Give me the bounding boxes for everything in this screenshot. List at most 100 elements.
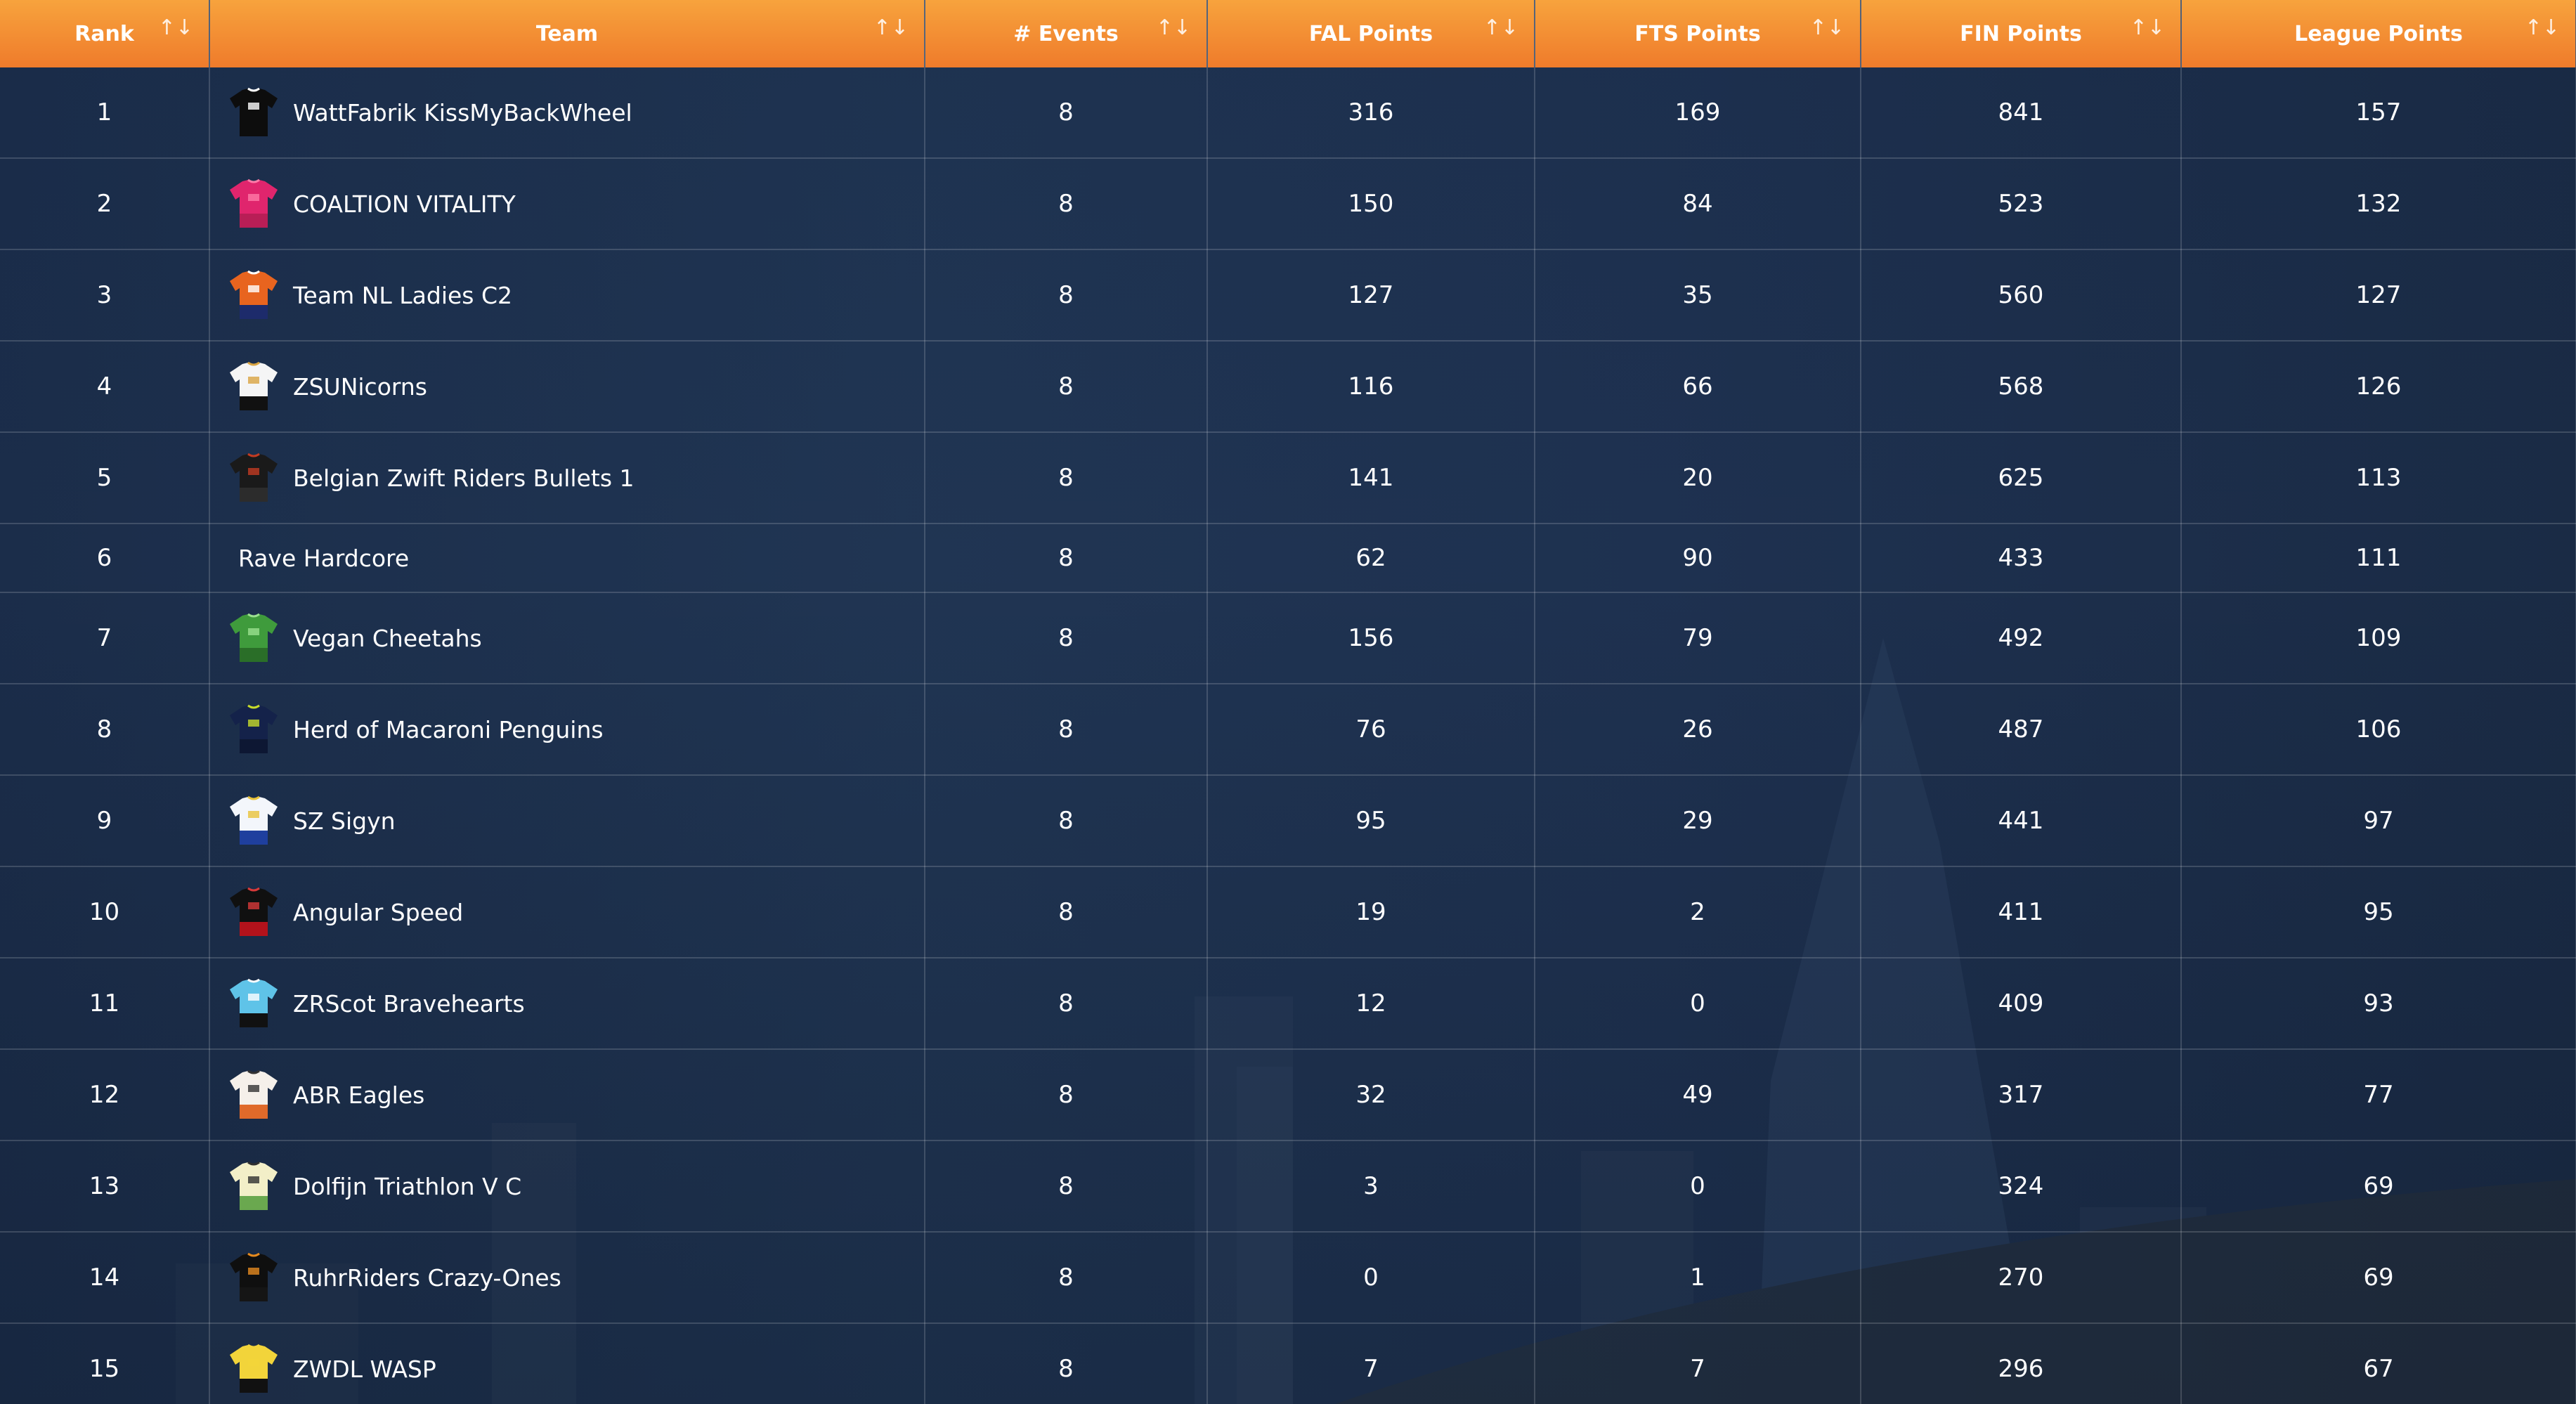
team-name[interactable]: Team NL Ladies C2 xyxy=(293,282,512,309)
table-row[interactable]: 12 ABR Eagles 8 32 49 317 77 xyxy=(0,1049,2576,1141)
fin-points-cell: 487 xyxy=(1861,684,2182,776)
team-name[interactable]: COALTION VITALITY xyxy=(293,190,516,218)
league-points-cell: 69 xyxy=(2181,1232,2576,1324)
fts-points-cell: 84 xyxy=(1535,158,1861,250)
team-cell: ZWDL WASP xyxy=(209,1323,925,1404)
table-row[interactable]: 10 Angular Speed 8 19 2 411 95 xyxy=(0,866,2576,958)
team-name[interactable]: ZRScot Bravehearts xyxy=(293,990,525,1018)
sort-arrows-icon[interactable]: ↑↓ xyxy=(158,15,193,40)
table-row[interactable]: 15 ZWDL WASP 8 7 7 296 67 xyxy=(0,1323,2576,1404)
column-header-rank[interactable]: Rank ↑↓ xyxy=(0,0,210,67)
fts-points-cell: 35 xyxy=(1535,249,1861,342)
team-name[interactable]: Herd of Macaroni Penguins xyxy=(293,716,604,743)
column-header-fts-points[interactable]: FTS Points ↑↓ xyxy=(1535,0,1861,67)
fin-points-cell: 324 xyxy=(1861,1140,2182,1233)
sort-arrows-icon[interactable]: ↑↓ xyxy=(873,15,909,40)
league-standings-table: Rank ↑↓ Team ↑↓ # Events ↑↓ FAL Points ↑↓ FT… xyxy=(0,0,2576,1404)
team-cell: Vegan Cheetahs xyxy=(209,592,925,684)
fin-points-cell: 841 xyxy=(1861,67,2182,159)
league-points-cell: 69 xyxy=(2181,1140,2576,1233)
team-jersey-icon xyxy=(230,270,278,319)
sort-arrows-icon[interactable]: ↑↓ xyxy=(1156,15,1191,40)
events-cell: 8 xyxy=(925,341,1208,433)
team-cell: ZSUNicorns xyxy=(209,341,925,433)
team-cell: ABR Eagles xyxy=(209,1049,925,1141)
table-row[interactable]: 7 Vegan Cheetahs 8 156 79 492 109 xyxy=(0,592,2576,684)
league-points-cell: 95 xyxy=(2181,866,2576,958)
table-row[interactable]: 1 WattFabrik KissMyBackWheel 8 316 169 841 157 xyxy=(0,67,2576,159)
events-cell: 8 xyxy=(925,158,1208,250)
column-header-fal-points[interactable]: FAL Points ↑↓ xyxy=(1207,0,1535,67)
fin-header-label: FIN Points xyxy=(1960,21,2082,46)
table-row[interactable]: 5 Belgian Zwift Riders Bullets 1 8 141 20 625… xyxy=(0,432,2576,524)
team-cell: Rave Hardcore xyxy=(209,524,925,593)
fts-points-cell: 90 xyxy=(1535,524,1861,593)
events-cell: 8 xyxy=(925,524,1208,593)
team-jersey-icon xyxy=(230,1252,278,1301)
league-points-cell: 106 xyxy=(2181,684,2576,776)
team-name[interactable]: Angular Speed xyxy=(293,899,463,926)
fin-points-cell: 296 xyxy=(1861,1323,2182,1404)
column-header-team[interactable]: Team ↑↓ xyxy=(209,0,925,67)
fts-points-cell: 2 xyxy=(1535,866,1861,958)
table-row[interactable]: 8 Herd of Macaroni Penguins 8 76 26 487 106 xyxy=(0,684,2576,776)
table-row[interactable]: 11 ZRScot Bravehearts 8 12 0 409 93 xyxy=(0,958,2576,1050)
column-header-fin-points[interactable]: FIN Points ↑↓ xyxy=(1861,0,2182,67)
fal-points-cell: 12 xyxy=(1207,958,1535,1050)
column-header-events[interactable]: # Events ↑↓ xyxy=(925,0,1208,67)
rank-cell: 8 xyxy=(0,684,210,776)
team-name[interactable]: Dolfijn Triathlon V C xyxy=(293,1173,521,1200)
league-points-cell: 111 xyxy=(2181,524,2576,593)
team-cell: Angular Speed xyxy=(209,866,925,958)
fin-points-cell: 317 xyxy=(1861,1049,2182,1141)
team-name[interactable]: ZWDL WASP xyxy=(293,1356,436,1383)
team-cell: COALTION VITALITY xyxy=(209,158,925,250)
team-name[interactable]: SZ Sigyn xyxy=(293,807,396,835)
team-name[interactable]: ZSUNicorns xyxy=(293,373,427,401)
team-name[interactable]: Belgian Zwift Riders Bullets 1 xyxy=(293,464,635,492)
sort-arrows-icon[interactable]: ↑↓ xyxy=(2130,15,2165,40)
table-row[interactable]: 9 SZ Sigyn 8 95 29 441 97 xyxy=(0,775,2576,867)
fts-points-cell: 169 xyxy=(1535,67,1861,159)
team-name[interactable]: WattFabrik KissMyBackWheel xyxy=(293,99,632,126)
league-points-cell: 97 xyxy=(2181,775,2576,867)
events-cell: 8 xyxy=(925,1323,1208,1404)
fal-points-cell: 32 xyxy=(1207,1049,1535,1141)
team-cell: Belgian Zwift Riders Bullets 1 xyxy=(209,432,925,524)
league-points-cell: 113 xyxy=(2181,432,2576,524)
table-row[interactable]: 4 ZSUNicorns 8 116 66 568 126 xyxy=(0,341,2576,433)
column-header-league-points[interactable]: League Points ↑↓ xyxy=(2181,0,2576,67)
sort-arrows-icon[interactable]: ↑↓ xyxy=(1483,15,1518,40)
team-name[interactable]: Vegan Cheetahs xyxy=(293,625,482,652)
events-cell: 8 xyxy=(925,1232,1208,1324)
team-name[interactable]: RuhrRiders Crazy-Ones xyxy=(293,1264,561,1292)
team-cell: Herd of Macaroni Penguins xyxy=(209,684,925,776)
events-cell: 8 xyxy=(925,592,1208,684)
fal-points-cell: 127 xyxy=(1207,249,1535,342)
table-row[interactable]: 13 Dolfijn Triathlon V C 8 3 0 324 69 xyxy=(0,1140,2576,1233)
events-cell: 8 xyxy=(925,775,1208,867)
sort-arrows-icon[interactable]: ↑↓ xyxy=(1809,15,1845,40)
team-header-label: Team xyxy=(535,21,599,46)
fts-points-cell: 79 xyxy=(1535,592,1861,684)
team-cell: WattFabrik KissMyBackWheel xyxy=(209,67,925,159)
team-cell: Dolfijn Triathlon V C xyxy=(209,1140,925,1233)
rank-cell: 9 xyxy=(0,775,210,867)
fal-points-cell: 141 xyxy=(1207,432,1535,524)
team-name[interactable]: Rave Hardcore xyxy=(227,545,409,572)
fal-points-cell: 76 xyxy=(1207,684,1535,776)
events-cell: 8 xyxy=(925,432,1208,524)
sort-arrows-icon[interactable]: ↑↓ xyxy=(2525,15,2560,40)
fal-points-cell: 0 xyxy=(1207,1232,1535,1324)
table-row[interactable]: 2 COALTION VITALITY 8 150 84 523 132 xyxy=(0,158,2576,250)
team-name[interactable]: ABR Eagles xyxy=(293,1081,424,1109)
table-row[interactable]: 6 Rave Hardcore 8 62 90 433 111 xyxy=(0,524,2576,593)
team-jersey-icon xyxy=(230,613,278,662)
league-points-cell: 109 xyxy=(2181,592,2576,684)
table-row[interactable]: 3 Team NL Ladies C2 8 127 35 560 127 xyxy=(0,249,2576,342)
fal-points-cell: 19 xyxy=(1207,866,1535,958)
table-row[interactable]: 14 RuhrRiders Crazy-Ones 8 0 1 270 69 xyxy=(0,1232,2576,1324)
fal-points-cell: 116 xyxy=(1207,341,1535,433)
rank-cell: 13 xyxy=(0,1140,210,1233)
rank-cell: 2 xyxy=(0,158,210,250)
